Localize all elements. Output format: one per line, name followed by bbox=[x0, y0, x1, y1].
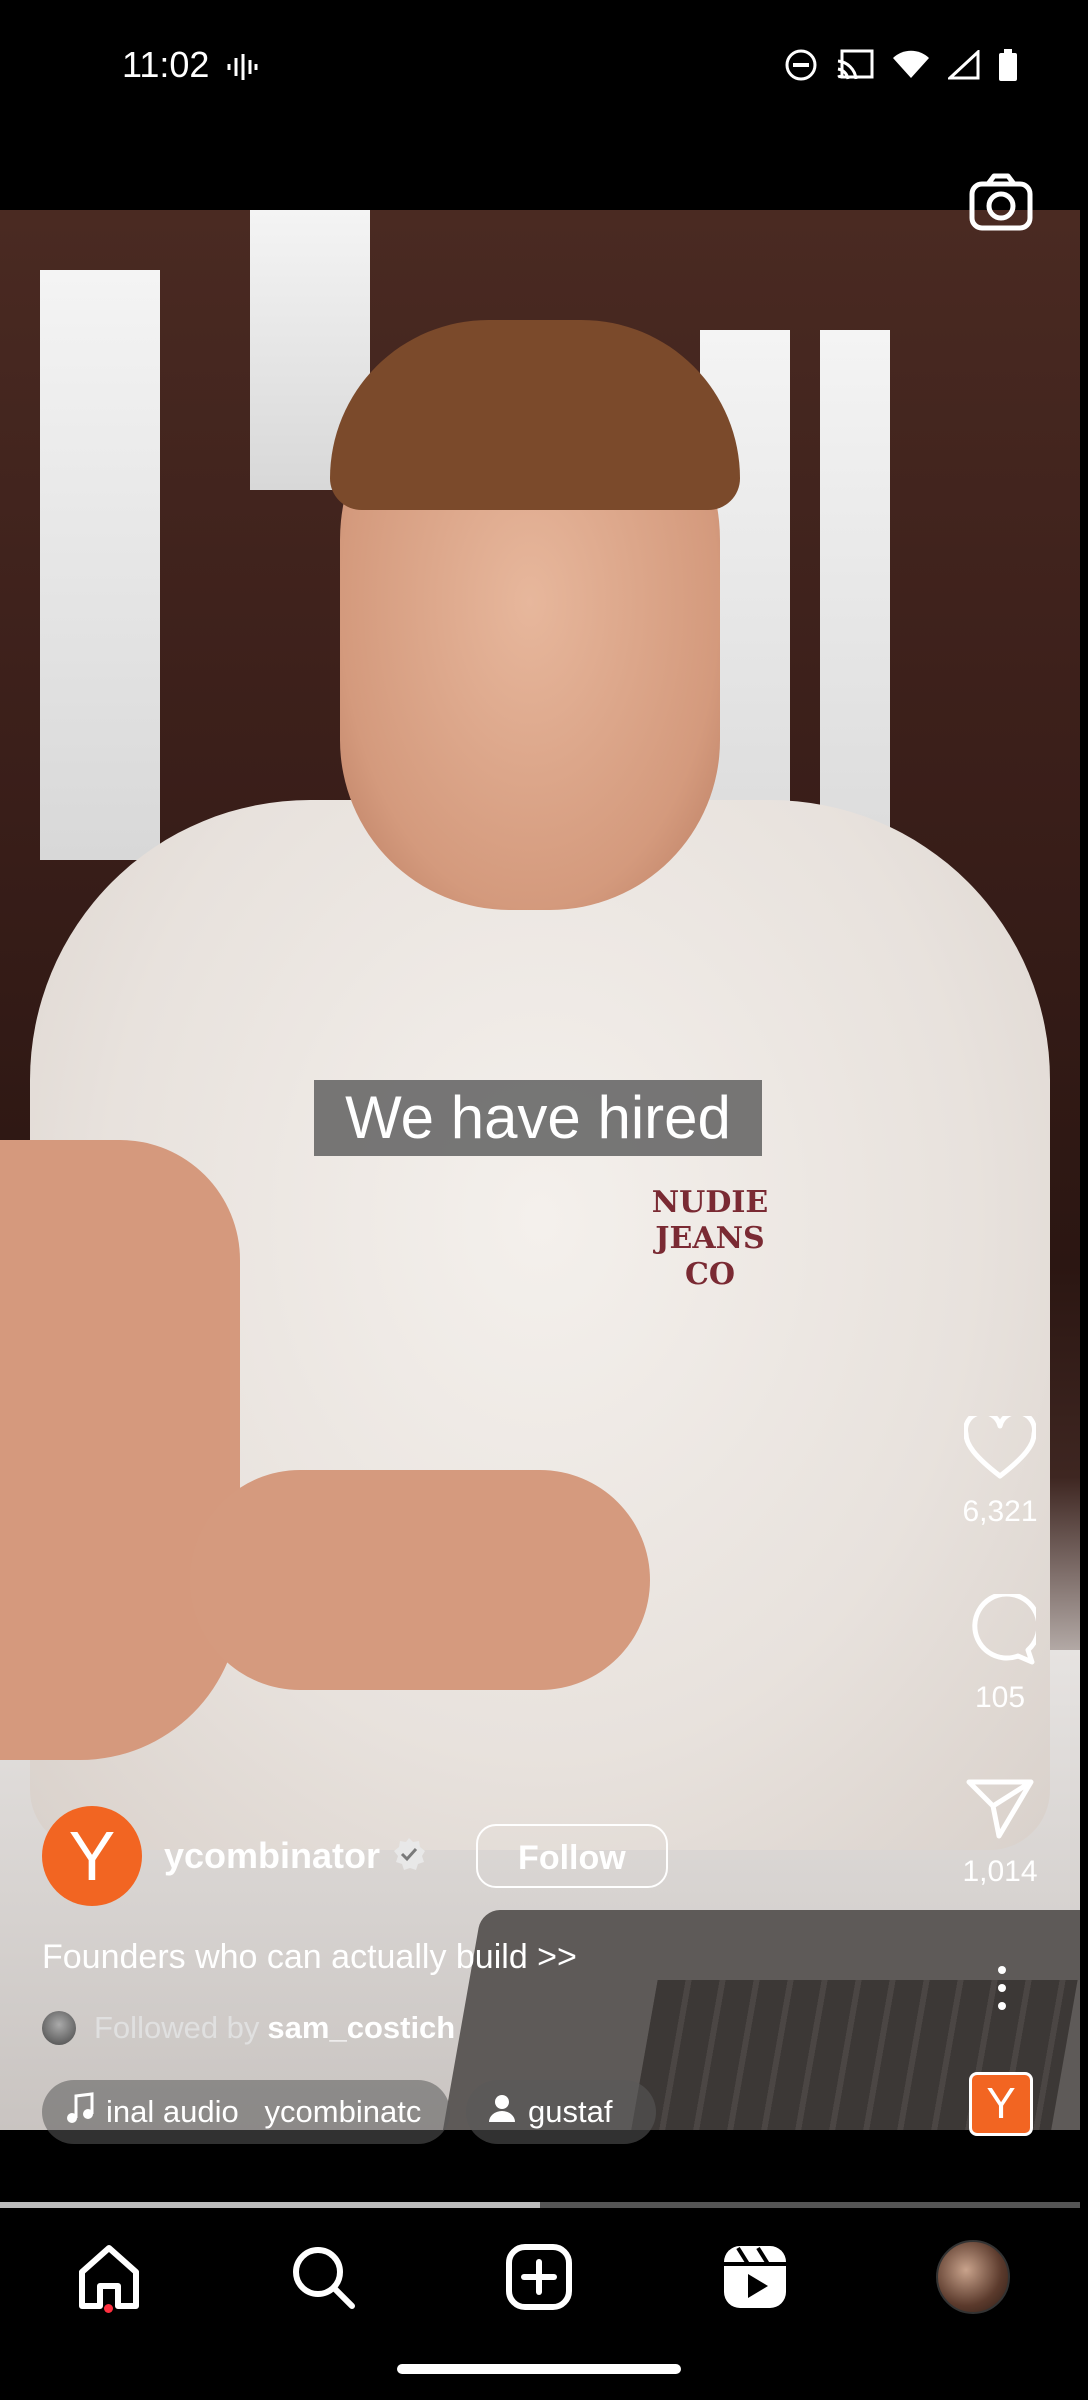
person-hand bbox=[190, 1470, 650, 1690]
audio-label: inal audio ycombinatc bbox=[106, 2094, 422, 2129]
post-account: Y ycombinator Follow bbox=[42, 1806, 668, 1906]
video-caption: We have hired bbox=[345, 1084, 731, 1151]
battery-icon bbox=[998, 49, 1018, 86]
bottom-nav bbox=[0, 2208, 1088, 2400]
comment-action[interactable]: 105 bbox=[940, 1591, 1060, 1715]
followed-user[interactable]: sam_costich bbox=[267, 2010, 455, 2046]
comment-icon[interactable] bbox=[940, 1591, 1060, 1671]
voice-icon bbox=[226, 52, 258, 87]
status-bar: 11:02 bbox=[0, 0, 1088, 140]
profile-avatar[interactable] bbox=[936, 2240, 1010, 2314]
person-icon bbox=[488, 2093, 516, 2131]
audio-thumbnail[interactable]: Y bbox=[969, 2072, 1033, 2136]
person-hair bbox=[330, 320, 740, 510]
person-arm bbox=[0, 1140, 240, 1760]
more-options-icon[interactable] bbox=[992, 1964, 1012, 2012]
home-notification-dot bbox=[104, 2304, 113, 2313]
like-action[interactable]: 6,321 bbox=[940, 1410, 1060, 1529]
home-icon[interactable] bbox=[74, 2242, 144, 2312]
camera-icon[interactable] bbox=[968, 170, 1034, 236]
comment-count: 105 bbox=[974, 1681, 1026, 1714]
dnd-icon bbox=[784, 48, 818, 87]
share-icon[interactable] bbox=[940, 1778, 1060, 1845]
status-time: 11:02 bbox=[122, 44, 210, 85]
share-count: 1,014 bbox=[962, 1855, 1038, 1888]
shirt-logo: NUDIE JEANS CO bbox=[651, 1185, 769, 1292]
search-icon[interactable] bbox=[288, 2242, 358, 2312]
music-note-icon bbox=[66, 2092, 94, 2132]
audio-pill[interactable]: inal audio ycombinatc bbox=[42, 2080, 450, 2144]
heart-icon[interactable] bbox=[940, 1410, 1060, 1485]
share-action[interactable]: 1,014 bbox=[940, 1778, 1060, 1889]
tagged-user: gustaf bbox=[528, 2094, 613, 2129]
account-username[interactable]: ycombinator bbox=[164, 1835, 380, 1877]
like-count: 6,321 bbox=[962, 1495, 1038, 1528]
followed-prefix: Followed by bbox=[94, 2010, 260, 2045]
cast-icon bbox=[836, 49, 874, 86]
gesture-bar bbox=[397, 2364, 681, 2374]
create-icon[interactable] bbox=[504, 2242, 574, 2312]
account-avatar[interactable]: Y bbox=[42, 1806, 142, 1906]
tagged-person-pill[interactable]: gustaf bbox=[466, 2080, 656, 2144]
signal-icon bbox=[946, 48, 980, 85]
reels-icon[interactable] bbox=[720, 2242, 790, 2312]
followed-by[interactable]: Followed by sam_costich bbox=[42, 2010, 455, 2046]
follow-button[interactable]: Follow bbox=[476, 1824, 668, 1888]
background-window bbox=[40, 270, 160, 860]
follower-avatar bbox=[42, 2011, 76, 2045]
wifi-icon bbox=[892, 50, 930, 85]
verified-icon bbox=[392, 1837, 426, 1876]
post-description[interactable]: Founders who can actually build >> bbox=[42, 1938, 577, 1977]
